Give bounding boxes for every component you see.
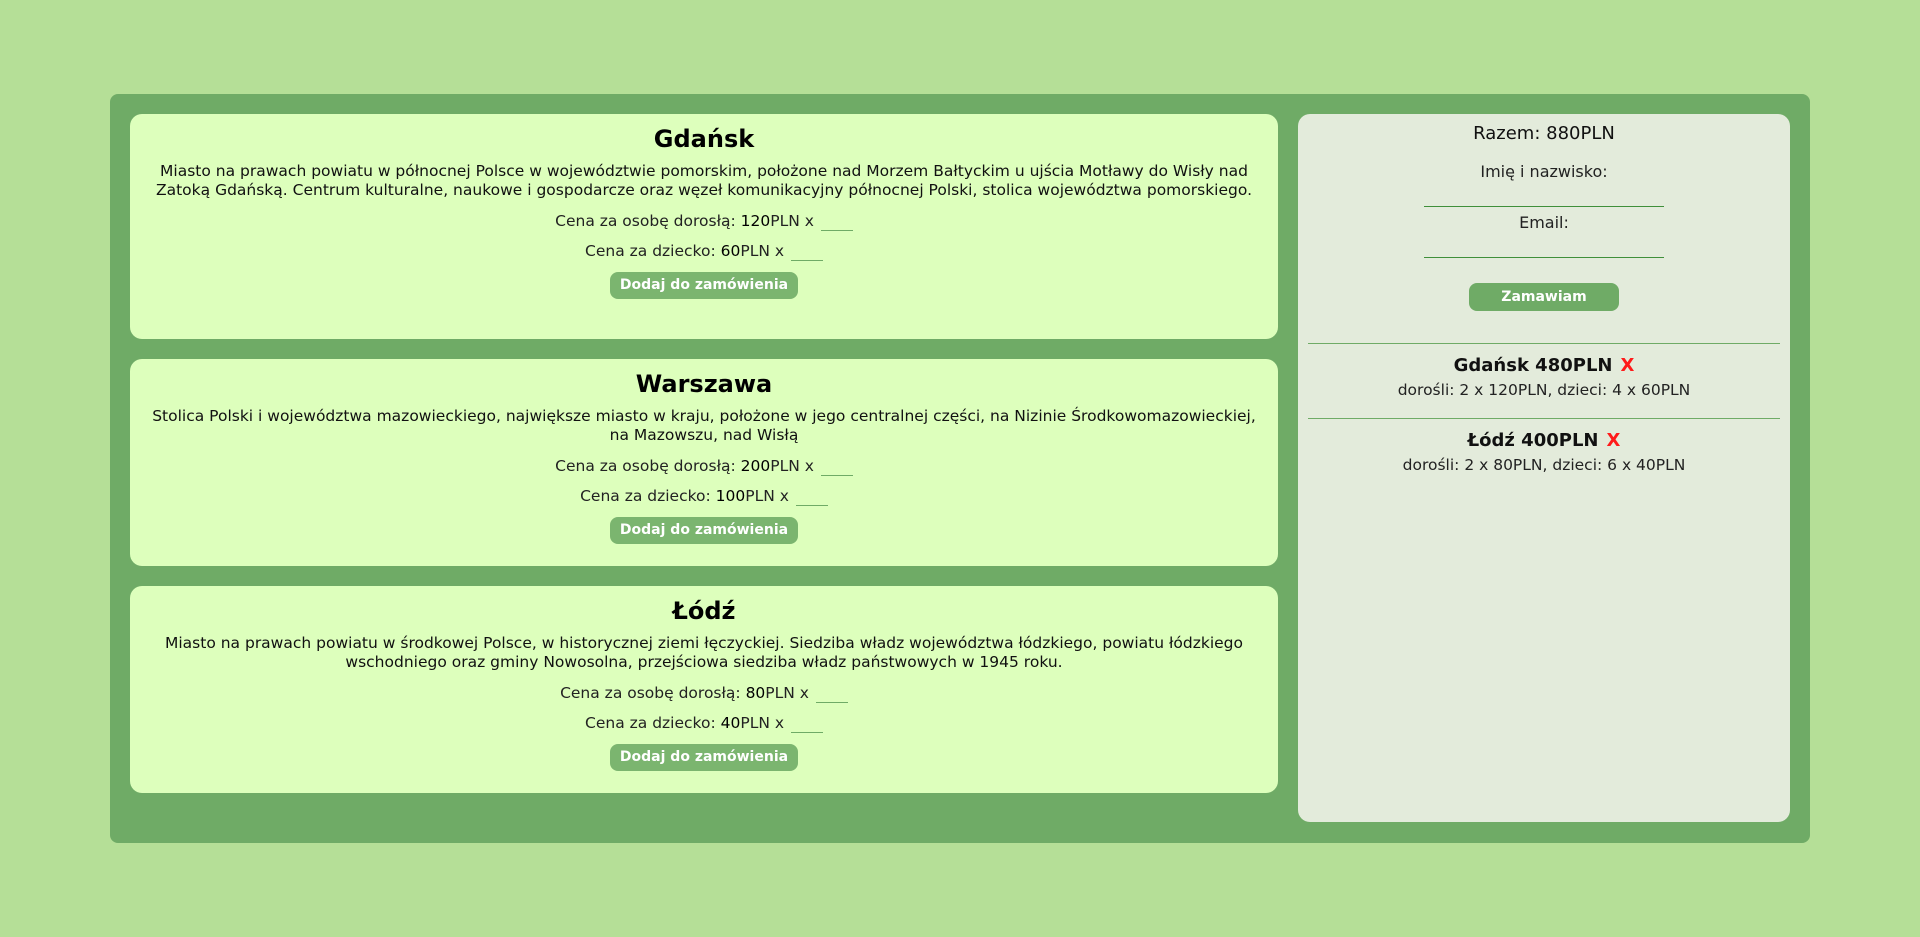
- adult-quantity-input[interactable]: [820, 458, 853, 476]
- cart-item-name-price: Łódź 400PLN: [1467, 430, 1599, 451]
- name-input[interactable]: [1424, 186, 1664, 207]
- child-price-value: 40: [720, 714, 741, 732]
- child-price-line: Cena za dziecko: 100PLN x: [144, 481, 1264, 511]
- child-quantity-input[interactable]: [790, 243, 823, 261]
- cart-item-lodz: Łódź 400PLN X dorośli: 2 x 80PLN, dzieci:…: [1298, 429, 1790, 475]
- cart-item-name-price: Gdańsk 480PLN: [1453, 355, 1613, 376]
- adult-price-line: Cena za osobę dorosłą: 200PLN x: [144, 451, 1264, 481]
- child-price-value: 100: [715, 487, 746, 505]
- add-to-order-button[interactable]: Dodaj do zamówienia: [609, 517, 799, 544]
- child-price-line: Cena za dziecko: 40PLN x: [144, 708, 1264, 738]
- add-to-order-button[interactable]: Dodaj do zamówienia: [609, 272, 799, 299]
- add-to-order-button[interactable]: Dodaj do zamówienia: [609, 744, 799, 771]
- offer-card-lodz: Łódź Miasto na prawach powiatu w środkow…: [130, 586, 1278, 793]
- offer-description: Miasto na prawach powiatu w środkowej Po…: [164, 634, 1243, 671]
- child-quantity-input[interactable]: [795, 488, 828, 506]
- adult-price-label: Cena za osobę dorosłą:: [560, 684, 746, 702]
- currency-multiplier: PLN x: [745, 487, 789, 505]
- child-price-label: Cena za dziecko:: [585, 242, 721, 260]
- cart-item-detail: dorośli: 2 x 120PLN, dzieci: 4 x 60PLN: [1397, 381, 1691, 399]
- cart-item-title: Łódź 400PLN X: [1298, 429, 1790, 453]
- child-price-line: Cena za dziecko: 60PLN x: [144, 236, 1264, 266]
- currency-multiplier: PLN x: [770, 212, 814, 230]
- offer-card-gdansk: Gdańsk Miasto na prawach powiatu w półno…: [130, 114, 1278, 339]
- offer-card-warszawa: Warszawa Stolica Polski i województwa ma…: [130, 359, 1278, 566]
- divider: [1308, 418, 1780, 419]
- main-frame: Gdańsk Miasto na prawach powiatu w półno…: [110, 94, 1810, 843]
- child-price-label: Cena za dziecko:: [580, 487, 716, 505]
- currency-multiplier: PLN x: [740, 242, 785, 260]
- adult-price-line: Cena za osobę dorosłą: 80PLN x: [144, 678, 1264, 708]
- child-price-value: 60: [720, 242, 741, 260]
- cart-item-gdansk: Gdańsk 480PLN X dorośli: 2 x 120PLN, dzie…: [1298, 354, 1790, 400]
- cart-item-detail: dorośli: 2 x 80PLN, dzieci: 6 x 40PLN: [1402, 456, 1686, 474]
- currency-multiplier: PLN x: [765, 684, 809, 702]
- order-summary-panel: Razem: 880PLN Imię i nazwisko: Email: Za…: [1298, 114, 1790, 822]
- cart-item-title: Gdańsk 480PLN X: [1298, 354, 1790, 378]
- name-field-label: Imię i nazwisko:: [1480, 162, 1608, 181]
- adult-quantity-input[interactable]: [820, 213, 853, 231]
- offer-title: Warszawa: [635, 370, 773, 398]
- order-total: Razem: 880PLN: [1473, 123, 1615, 144]
- adult-price-value: 200: [740, 457, 771, 475]
- offer-description: Stolica Polski i województwa mazowieckie…: [152, 407, 1256, 444]
- adult-price-value: 80: [745, 684, 766, 702]
- remove-item-button[interactable]: X: [1620, 355, 1634, 376]
- currency-multiplier: PLN x: [770, 457, 814, 475]
- child-quantity-input[interactable]: [790, 715, 823, 733]
- offer-title: Gdańsk: [653, 125, 755, 153]
- adult-price-value: 120: [740, 212, 771, 230]
- adult-price-label: Cena za osobę dorosłą:: [555, 457, 741, 475]
- email-field-label: Email:: [1519, 213, 1569, 232]
- adult-price-label: Cena za osobę dorosłą:: [555, 212, 741, 230]
- remove-item-button[interactable]: X: [1606, 430, 1620, 451]
- offers-list: Gdańsk Miasto na prawach powiatu w półno…: [130, 114, 1278, 813]
- divider: [1308, 343, 1780, 344]
- adult-price-line: Cena za osobę dorosłą: 120PLN x: [144, 206, 1264, 236]
- offer-description: Miasto na prawach powiatu w północnej Po…: [155, 162, 1253, 199]
- place-order-button[interactable]: Zamawiam: [1469, 283, 1619, 311]
- child-price-label: Cena za dziecko:: [585, 714, 721, 732]
- currency-multiplier: PLN x: [740, 714, 785, 732]
- email-input[interactable]: [1424, 237, 1664, 258]
- adult-quantity-input[interactable]: [815, 685, 848, 703]
- offer-title: Łódź: [672, 597, 736, 625]
